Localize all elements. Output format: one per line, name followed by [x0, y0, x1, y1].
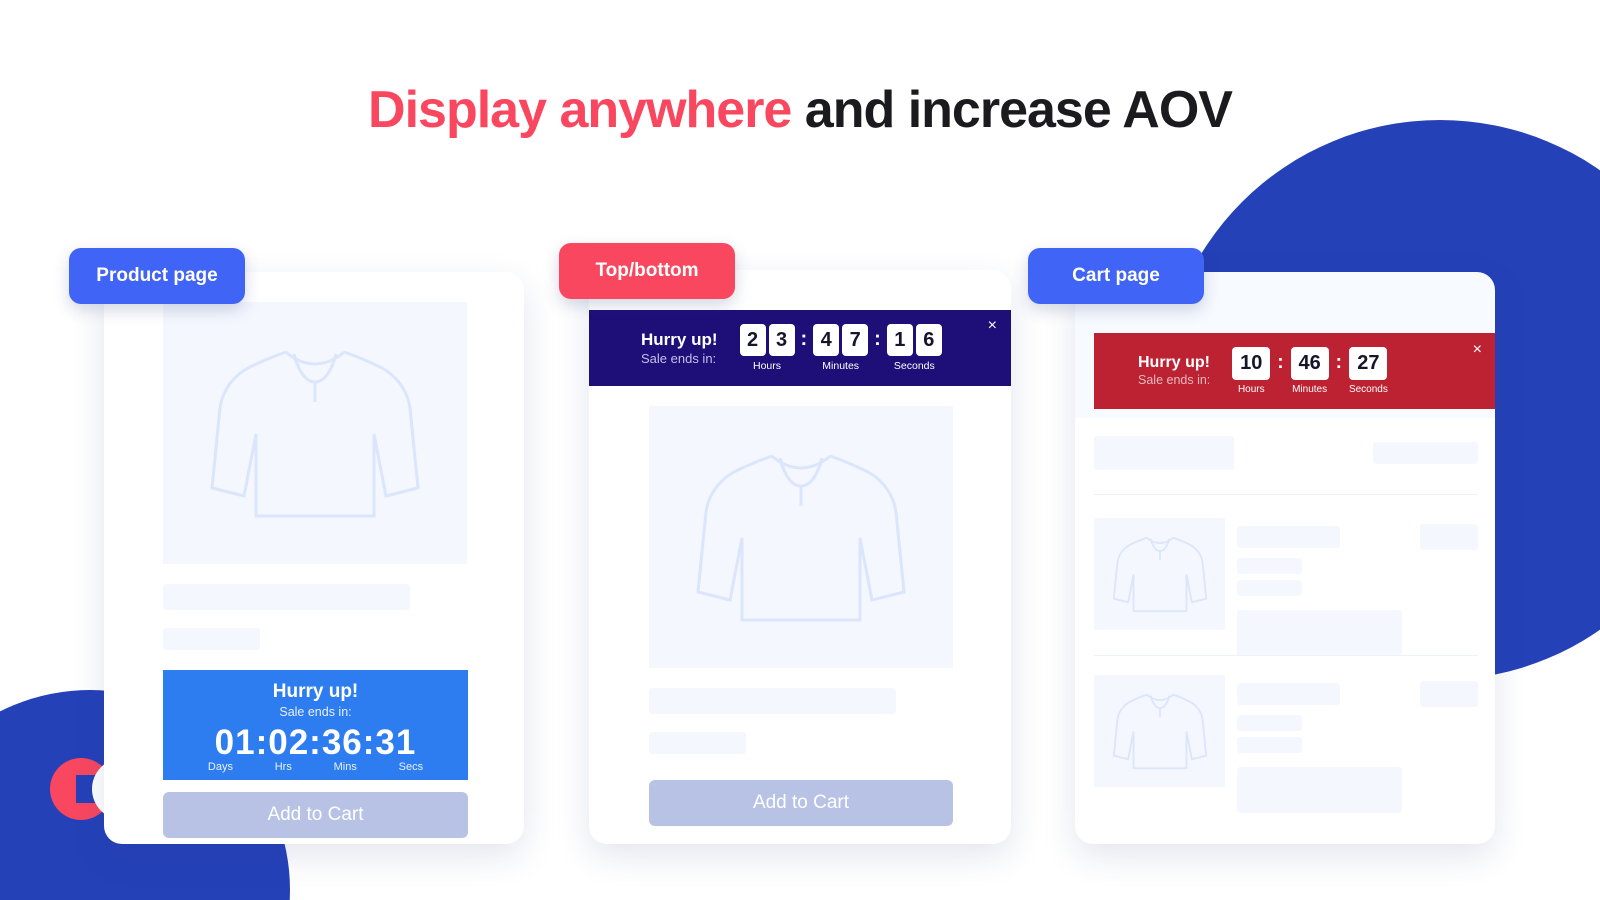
countdown-group-hours: 2 3 Hours	[739, 324, 795, 372]
countdown-unit-mins: Mins	[333, 761, 357, 773]
page-title-rest: and increase AOV	[791, 81, 1233, 139]
cart-item-meta-placeholder	[1237, 737, 1302, 753]
close-icon[interactable]: ×	[988, 318, 997, 334]
long-sleeve-shirt-icon	[210, 350, 420, 518]
cart-item-desc-placeholder	[1237, 767, 1402, 813]
long-sleeve-shirt-icon	[696, 454, 906, 622]
countdown-digits: 01:02:36:31	[214, 723, 417, 762]
countdown-separator: :	[800, 328, 808, 350]
countdown-title: Hurry up!	[1138, 354, 1210, 372]
countdown-unit-label: Minutes	[1292, 384, 1328, 395]
topbottom-page-card: Hurry up! Sale ends in: 2 3 Hours : 4 7 …	[589, 270, 1011, 844]
cart-item-title-placeholder	[1237, 683, 1340, 705]
countdown-unit-days: Days	[207, 761, 233, 773]
badge-product-page: Product page	[69, 248, 245, 304]
countdown-title: Hurry up!	[641, 330, 718, 350]
cart-countdown-bar: Hurry up! Sale ends in: 10 Hours : 46 Mi…	[1094, 333, 1495, 409]
cart-header-action-placeholder	[1373, 442, 1478, 464]
product-image-placeholder	[163, 302, 467, 564]
digit-tile: 1	[886, 324, 913, 356]
value-tile: 46	[1290, 347, 1329, 380]
cart-item-meta-placeholder	[1237, 580, 1302, 596]
countdown-groups: 2 3 Hours : 4 7 Minutes : 1 6 Seconds	[739, 324, 942, 372]
add-to-cart-button[interactable]: Add to Cart	[649, 780, 953, 826]
countdown-unit-label: Hours	[1237, 384, 1265, 395]
close-icon[interactable]: ×	[1473, 342, 1482, 358]
product-title-placeholder	[163, 584, 410, 610]
countdown-unit-hrs: Hrs	[274, 761, 292, 773]
countdown-unit-label: Seconds	[893, 360, 935, 372]
cart-item-price-placeholder	[1420, 524, 1478, 550]
cart-header-row	[1094, 436, 1478, 470]
product-title-placeholder	[649, 688, 896, 714]
cart-header-placeholder	[1094, 436, 1234, 470]
product-price-placeholder	[163, 628, 260, 650]
long-sleeve-shirt-icon	[1112, 693, 1207, 770]
countdown-groups: 10 Hours : 46 Minutes : 27 Seconds	[1232, 347, 1388, 395]
countdown-unit-label: Minutes	[822, 360, 860, 372]
cart-item-thumbnail	[1094, 675, 1225, 787]
add-to-cart-button[interactable]: Add to Cart	[163, 792, 468, 838]
cart-line-item	[1094, 675, 1478, 813]
cart-item-meta-placeholder	[1237, 558, 1302, 574]
countdown-unit-label: Hours	[752, 360, 781, 372]
countdown-group-minutes: 46 Minutes	[1290, 347, 1329, 395]
badge-topbottom: Top/bottom	[559, 243, 735, 299]
countdown-separator: :	[874, 328, 881, 350]
cart-item-desc-placeholder	[1237, 610, 1402, 656]
page-title: Display anywhere and increase AOV	[0, 80, 1600, 140]
countdown-tiles: 4 7	[813, 324, 869, 356]
countdown-text-block: Hurry up! Sale ends in:	[1138, 353, 1210, 389]
digit-tile: 6	[915, 324, 942, 356]
cart-item-thumbnail	[1094, 518, 1225, 630]
cart-divider	[1094, 655, 1478, 656]
digit-tile: 4	[813, 324, 840, 356]
cart-line-item	[1094, 518, 1478, 656]
countdown-subtitle: Sale ends in:	[279, 705, 352, 719]
product-price-placeholder	[649, 732, 746, 754]
cart-item-meta-placeholder	[1237, 715, 1302, 731]
digit-tile: 3	[768, 324, 795, 356]
countdown-unit-secs: Secs	[398, 761, 424, 773]
page-title-accent: Display anywhere	[368, 81, 792, 139]
topbottom-countdown-bar: Hurry up! Sale ends in: 2 3 Hours : 4 7 …	[589, 310, 1011, 386]
product-countdown-banner: Hurry up! Sale ends in: 01:02:36:31 Days…	[163, 670, 468, 780]
value-tile: 10	[1232, 347, 1271, 380]
countdown-text-block: Hurry up! Sale ends in:	[641, 329, 718, 367]
cart-page-card: Hurry up! Sale ends in: 10 Hours : 46 Mi…	[1075, 272, 1495, 844]
countdown-tiles: 2 3	[739, 324, 795, 356]
countdown-subtitle: Sale ends in:	[641, 350, 717, 366]
cart-content	[1075, 418, 1495, 844]
badge-cart-page: Cart page	[1028, 248, 1204, 304]
countdown-separator: :	[1335, 352, 1342, 373]
countdown-group-hours: 10 Hours	[1232, 347, 1271, 395]
product-image-placeholder	[649, 406, 953, 668]
cart-divider	[1094, 494, 1478, 495]
product-page-card: Hurry up! Sale ends in: 01:02:36:31 Days…	[104, 272, 524, 844]
countdown-unit-label: Seconds	[1348, 384, 1388, 395]
countdown-group-minutes: 4 7 Minutes	[813, 324, 869, 372]
cart-item-price-placeholder	[1420, 681, 1478, 707]
countdown-title: Hurry up!	[272, 681, 359, 702]
countdown-tiles: 1 6	[886, 324, 942, 356]
countdown-group-seconds: 1 6 Seconds	[886, 324, 942, 372]
countdown-subtitle: Sale ends in:	[1138, 373, 1211, 388]
countdown-group-seconds: 27 Seconds	[1349, 347, 1388, 395]
value-tile: 27	[1349, 347, 1388, 380]
countdown-separator: :	[1277, 352, 1284, 373]
long-sleeve-shirt-icon	[1112, 536, 1207, 613]
cart-item-title-placeholder	[1237, 526, 1340, 548]
digit-tile: 2	[739, 324, 766, 356]
digit-tile: 7	[842, 324, 869, 356]
